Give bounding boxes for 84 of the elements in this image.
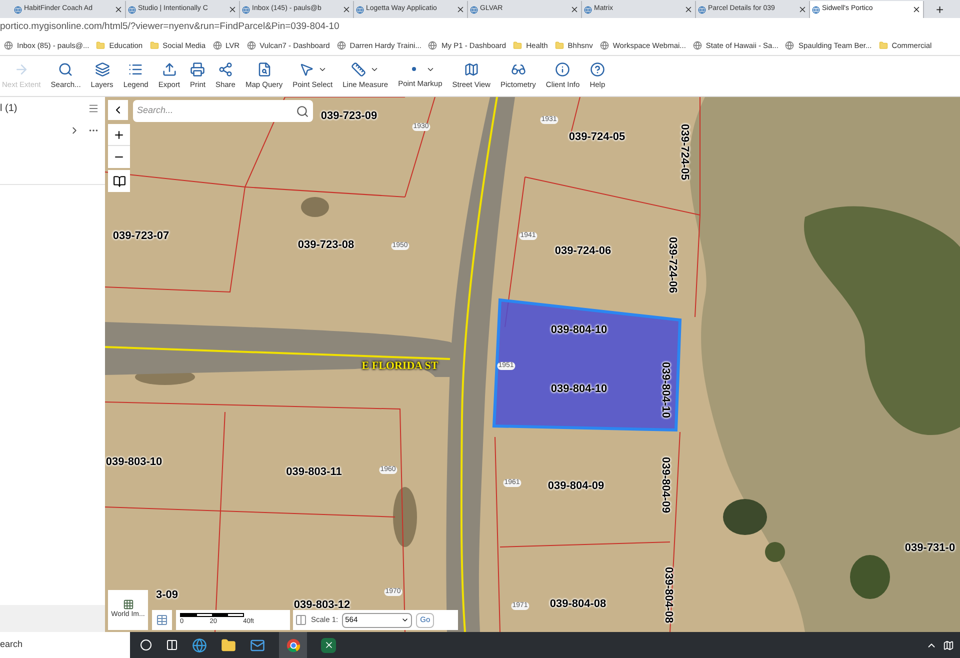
search-field[interactable]: Search...: [133, 100, 313, 122]
site-icon: [4, 41, 13, 50]
printer-icon: [190, 62, 206, 77]
info-icon: [555, 62, 570, 77]
site-icon: [14, 6, 22, 14]
arrow-right-icon: [14, 62, 29, 77]
folder-icon: [554, 41, 564, 50]
parcel-label: 039-803-11: [286, 464, 342, 480]
parcel-label: 039-731-0: [904, 540, 956, 556]
start-circle-icon[interactable]: [140, 639, 152, 651]
pointer-icon: [298, 62, 314, 77]
collapse-button[interactable]: [108, 100, 128, 120]
spreadsheet-icon[interactable]: [321, 638, 336, 652]
site-icon: [584, 6, 592, 14]
site-icon: [812, 6, 820, 14]
bookmark-button[interactable]: [108, 170, 130, 192]
task-view-icon[interactable]: [166, 639, 178, 651]
close-icon[interactable]: [798, 5, 807, 14]
folder-icon: [150, 41, 159, 50]
new-tab-button[interactable]: +: [932, 1, 948, 18]
parcel-label: 039-724-06: [665, 236, 680, 294]
site-icon: [600, 41, 609, 50]
parcel-label: 039-804-08: [550, 596, 606, 612]
caret-icon: [401, 616, 410, 624]
mail-icon[interactable]: [250, 638, 265, 652]
aerial-map-drawing[interactable]: [105, 97, 960, 632]
parcel-label: 039-804-09: [548, 478, 604, 494]
map-icon: [464, 62, 479, 77]
parcel-label: 039-804-10: [550, 322, 608, 338]
site-icon: [212, 41, 222, 50]
ruler-icon: [351, 62, 366, 77]
help-icon: [590, 62, 605, 77]
layers-icon: [94, 62, 110, 77]
site-icon: [128, 6, 136, 14]
site-icon: [242, 6, 250, 14]
site-icon: [785, 41, 794, 50]
chrome-taskbar-icon[interactable]: [279, 632, 307, 658]
grid-icon: [122, 599, 134, 610]
browser-icon[interactable]: [192, 638, 207, 652]
parcel-label: 039-724-06: [554, 244, 612, 259]
panel-title: l (1): [0, 102, 18, 116]
list-icon: [128, 62, 144, 77]
glasses-icon: [510, 62, 526, 77]
parcel-label: 039-803-12: [294, 598, 350, 613]
table-icon: [156, 614, 168, 626]
site-icon: [428, 41, 438, 50]
search-icon: [58, 62, 74, 77]
site-icon: [470, 6, 478, 14]
street-label: E FLORIDA ST: [362, 358, 438, 374]
folder-icon: [96, 41, 106, 50]
menu-icon[interactable]: [88, 102, 99, 114]
site-icon: [692, 41, 702, 50]
parcel-label: 039-804-08: [661, 566, 676, 624]
close-icon[interactable]: [912, 5, 921, 14]
plus-icon: [113, 128, 125, 140]
parcel-label: 039-724-05: [568, 130, 626, 145]
parcel-label: 039-803-10: [106, 454, 162, 470]
parcel-label: 039-724-05: [677, 124, 692, 180]
close-icon[interactable]: [228, 5, 237, 14]
taskbar-search-field[interactable]: earch: [0, 632, 130, 658]
site-icon: [356, 6, 364, 14]
folder-icon: [513, 41, 522, 50]
site-icon: [246, 41, 256, 50]
parcel-label: 039-723-08: [298, 238, 354, 253]
parcel-label: 039-723-07: [112, 228, 170, 244]
site-icon: [336, 41, 346, 50]
share-icon: [218, 62, 233, 77]
folder-icon[interactable]: [221, 638, 236, 652]
parcel-label: 039-804-09: [658, 456, 672, 514]
parcel-label: 3-09: [156, 588, 178, 603]
upload-icon: [162, 62, 177, 77]
parcel-label: 039-723-09: [320, 108, 378, 124]
book-icon: [112, 174, 126, 188]
legend-toggle-button[interactable]: [152, 610, 172, 630]
folder-icon: [878, 41, 888, 50]
close-icon[interactable]: [342, 5, 351, 14]
close-icon[interactable]: [114, 5, 123, 14]
parcel-label: 039-804-10: [550, 382, 608, 397]
close-icon[interactable]: [684, 5, 693, 14]
site-icon: [698, 6, 706, 14]
close-icon[interactable]: [570, 5, 579, 14]
parcel-label: 039-804-10: [658, 362, 672, 418]
close-icon[interactable]: [456, 5, 465, 14]
search-icon[interactable]: [296, 104, 309, 118]
